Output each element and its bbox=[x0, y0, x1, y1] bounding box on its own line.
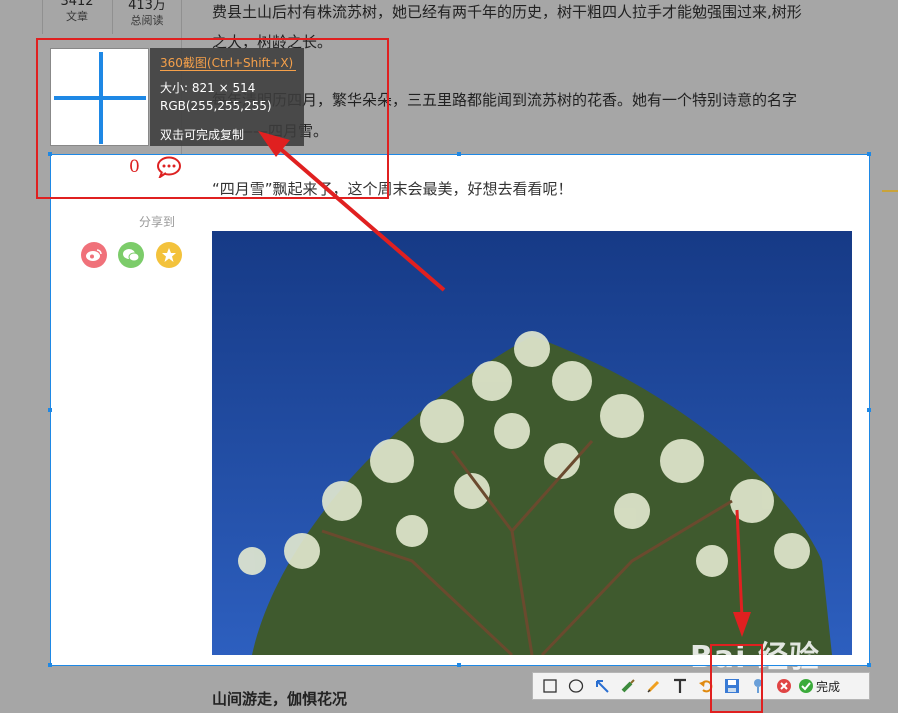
ellipse-tool-icon[interactable] bbox=[563, 675, 589, 697]
rectangle-tool-icon[interactable] bbox=[537, 675, 563, 697]
done-icon[interactable] bbox=[797, 675, 815, 697]
annotation-arrows bbox=[258, 131, 751, 637]
cancel-icon[interactable] bbox=[771, 675, 797, 697]
done-button-label[interactable]: 完成 bbox=[816, 678, 840, 695]
arrow-tool-icon[interactable] bbox=[589, 675, 615, 697]
pen-tool-icon[interactable] bbox=[641, 675, 667, 697]
next-article-title[interactable]: 山间游走，伽惧花况 bbox=[212, 688, 347, 709]
page: 3412 文章 413万 总阅读 费县土山后村有株流苏树，她已经有两千年的历史，… bbox=[0, 0, 898, 713]
brush-tool-icon[interactable] bbox=[615, 675, 641, 697]
annotation-box bbox=[710, 644, 763, 713]
text-tool-icon[interactable] bbox=[667, 675, 693, 697]
screenshot-toolbar: 完成 bbox=[532, 672, 870, 700]
